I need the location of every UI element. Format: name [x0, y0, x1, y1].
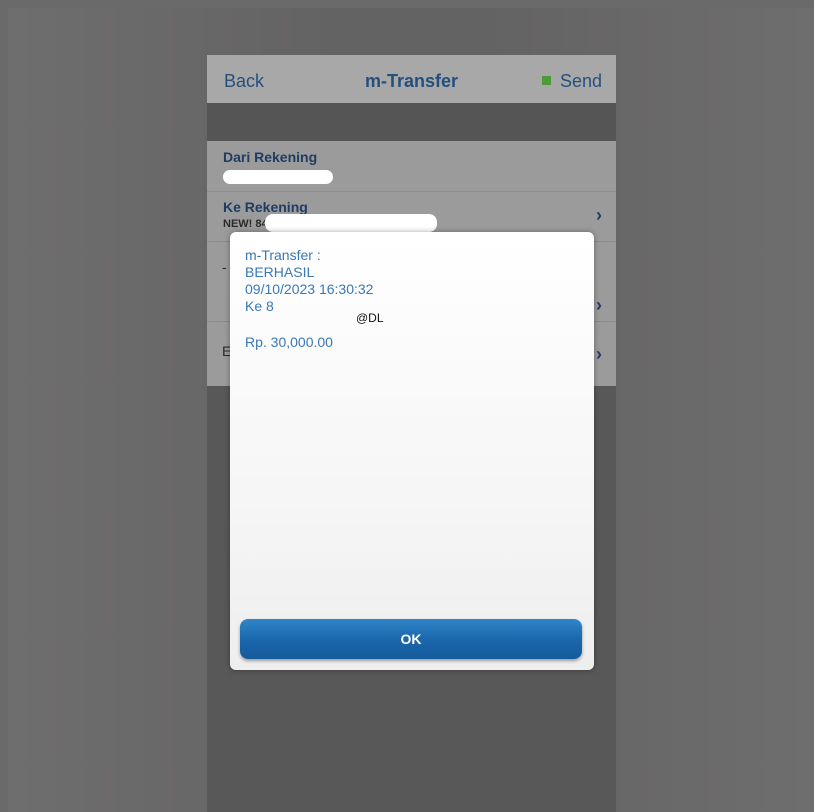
header-strip — [207, 103, 616, 141]
transfer-result-dialog: m-Transfer : BERHASIL 09/10/2023 16:30:3… — [230, 232, 594, 670]
dialog-timestamp: 09/10/2023 16:30:32 — [245, 281, 374, 297]
send-label: Send — [559, 71, 602, 91]
chevron-right-icon[interactable]: › — [596, 295, 602, 316]
to-account-value: NEW! 84 — [223, 218, 268, 230]
row-divider — [207, 191, 616, 192]
dialog-status: BERHASIL — [245, 264, 315, 280]
from-account-label: Dari Rekening — [223, 149, 318, 165]
send-button[interactable]: Send — [541, 71, 602, 92]
send-indicator-icon — [541, 76, 551, 85]
chevron-right-icon[interactable]: › — [596, 205, 602, 226]
ok-button[interactable]: OK — [240, 619, 582, 659]
watermark-text: @DL — [356, 311, 384, 325]
chevron-right-icon[interactable]: › — [596, 344, 602, 365]
redacted-to-account — [265, 214, 437, 232]
to-account-label: Ke Rekening — [223, 199, 308, 215]
dialog-amount: Rp. 30,000.00 — [245, 334, 333, 350]
redacted-from-account — [223, 170, 333, 184]
form-row-marker: - — [222, 259, 227, 275]
navbar: Back m-Transfer Send — [207, 55, 616, 103]
dialog-recipient: Ke 8 — [245, 298, 274, 314]
dialog-message-line: m-Transfer : — [245, 247, 321, 263]
